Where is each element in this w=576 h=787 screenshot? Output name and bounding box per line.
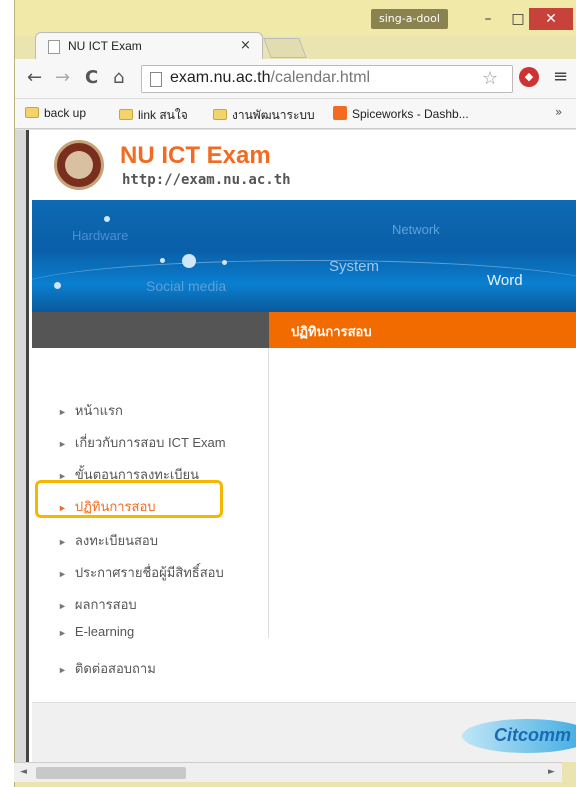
address-bar[interactable]: exam.nu.ac.th/calendar.html ☆ <box>141 65 513 93</box>
site-header: NU ICT Exam http://exam.nu.ac.th <box>32 130 576 200</box>
bookmark-link[interactable]: link สนใจ <box>119 106 188 125</box>
page-icon <box>48 40 60 54</box>
bookmark-spiceworks[interactable]: Spiceworks - Dashb... <box>333 106 469 121</box>
extension-icon[interactable]: ◆ <box>519 67 539 87</box>
sidebar-item-exam-calendar[interactable]: ► ปฏิทินการสอบ <box>58 496 156 517</box>
logo-emblem <box>65 151 93 179</box>
home-icon[interactable]: ⌂ <box>113 67 124 88</box>
sidebar-item-about[interactable]: ► เกี่ยวกับการสอบ ICT Exam <box>58 432 226 453</box>
nav-header-strip <box>32 312 269 348</box>
page-left-edge <box>15 130 29 762</box>
title-bar: sing-a-dool – □ ✕ <box>15 0 576 36</box>
scroll-left-arrow[interactable]: ◄ <box>20 767 27 777</box>
forward-icon[interactable]: → <box>55 67 70 88</box>
sidebar-menu: ► หน้าแรก ► เกี่ยวกับการสอบ ICT Exam ► ขั้น… <box>32 348 269 676</box>
sidebar-item-registration-steps[interactable]: ► ขั้นตอนการลงทะเบียน <box>58 464 199 485</box>
sidebar-item-register[interactable]: ► ลงทะเบียนสอบ <box>58 530 158 551</box>
content-heading: ปฏิทินการสอบ <box>269 312 576 348</box>
sidebar-item-results[interactable]: ► ผลการสอบ <box>58 594 137 615</box>
bookmark-dev[interactable]: งานพัฒนาระบบ <box>213 106 315 125</box>
university-logo[interactable] <box>54 140 104 190</box>
hero-banner: Hardware Network System Social media Wor… <box>32 200 576 312</box>
reload-icon[interactable]: C <box>85 67 98 88</box>
minimize-button[interactable]: – <box>477 8 499 30</box>
tab-title: NU ICT Exam <box>68 39 142 53</box>
banner-dot <box>160 258 165 263</box>
tab-close-button[interactable]: × <box>240 38 251 53</box>
bookmark-back-up[interactable]: back up <box>25 106 86 120</box>
folder-icon <box>119 109 133 120</box>
url-text: exam.nu.ac.th/calendar.html <box>170 69 371 86</box>
browser-toolbar: ← → C ⌂ exam.nu.ac.th/calendar.html ☆ ◆ … <box>15 59 576 99</box>
banner-word-hardware: Hardware <box>72 228 129 243</box>
banner-word-social-media: Social media <box>146 278 227 294</box>
bookmarks-bar: back up link สนใจ งานพัฒนาระบบ Spicework… <box>15 99 576 129</box>
new-tab-button[interactable] <box>263 38 307 58</box>
footer-logo-text: Citcomm <box>494 725 572 745</box>
folder-icon <box>25 107 39 118</box>
page-viewport: NU ICT Exam http://exam.nu.ac.th Hardwar… <box>15 130 576 762</box>
bookmarks-overflow[interactable]: » <box>555 105 562 119</box>
banner-dot <box>182 254 196 268</box>
horizontal-scrollbar[interactable]: ◄ ► <box>14 762 562 782</box>
page-footer: Citcomm <box>32 702 576 762</box>
folder-icon <box>213 109 227 120</box>
browser-tab[interactable]: NU ICT Exam × <box>35 32 263 60</box>
close-window-button[interactable]: ✕ <box>529 8 573 30</box>
page-info-icon[interactable] <box>150 72 162 87</box>
sidebar-item-contact[interactable]: ► ติดต่อสอบถาม <box>58 658 156 679</box>
banner-dot <box>104 216 110 222</box>
back-icon[interactable]: ← <box>27 67 42 88</box>
site-title[interactable]: NU ICT Exam <box>120 142 271 170</box>
scroll-thumb[interactable] <box>36 767 186 779</box>
scroll-right-arrow[interactable]: ► <box>548 767 555 777</box>
banner-dot <box>54 282 61 289</box>
site-url: http://exam.nu.ac.th <box>122 172 291 188</box>
maximize-button[interactable]: □ <box>507 8 529 30</box>
bookmark-star-icon[interactable]: ☆ <box>482 68 498 89</box>
profile-badge[interactable]: sing-a-dool <box>371 9 448 29</box>
banner-word-network: Network <box>392 222 440 237</box>
banner-word-word: Word <box>487 272 523 289</box>
spiceworks-icon <box>333 106 347 120</box>
sidebar-item-elearning[interactable]: ► E-learning <box>58 624 134 639</box>
browser-window: sing-a-dool – □ ✕ NU ICT Exam × ← → C ⌂ … <box>14 0 576 787</box>
sidebar-item-home[interactable]: ► หน้าแรก <box>58 400 123 421</box>
banner-word-system: System <box>329 258 380 275</box>
sidebar-item-eligible-list[interactable]: ► ประกาศรายชื่อผู้มีสิทธิ์สอบ <box>58 562 224 583</box>
menu-icon[interactable]: ≡ <box>553 66 568 87</box>
banner-dot <box>222 260 227 265</box>
